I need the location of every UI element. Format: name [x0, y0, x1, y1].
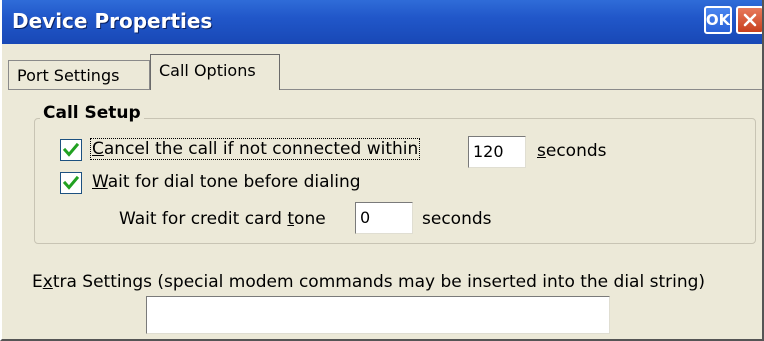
close-icon	[743, 13, 757, 27]
tab-call-options-label: Call Options	[159, 61, 256, 80]
device-properties-window: Device Properties OK Port Settings Call …	[0, 0, 764, 341]
credit-card-tone-input[interactable]: 0	[355, 202, 413, 234]
tab-call-options[interactable]: Call Options	[150, 54, 280, 90]
title-bar[interactable]: Device Properties OK	[2, 0, 762, 44]
credit-card-tone-units: seconds	[422, 209, 492, 229]
call-setup-title: Call Setup	[40, 103, 144, 123]
checkmark-icon	[62, 175, 80, 190]
credit-card-tone-label: Wait for credit card tone	[119, 209, 326, 229]
tab-port-settings[interactable]: Port Settings	[8, 60, 150, 90]
cancel-call-checkbox[interactable]	[60, 139, 82, 161]
wait-dial-tone-checkbox[interactable]	[60, 172, 82, 194]
cancel-timeout-input[interactable]: 120	[468, 136, 526, 168]
window-title: Device Properties	[12, 9, 213, 33]
cancel-timeout-units: seconds	[537, 141, 607, 161]
ok-button[interactable]: OK	[704, 6, 732, 34]
checkmark-icon	[62, 142, 80, 157]
close-button[interactable]	[736, 6, 762, 34]
extra-settings-input[interactable]	[146, 296, 610, 334]
wait-dial-tone-label[interactable]: Wait for dial tone before dialing	[92, 172, 361, 192]
ok-button-label: OK	[705, 11, 731, 29]
tab-port-settings-label: Port Settings	[17, 66, 120, 85]
cancel-call-label[interactable]: Cancel the call if not connected within	[90, 138, 421, 160]
extra-settings-label: Extra Settings (special modem commands m…	[32, 272, 706, 292]
